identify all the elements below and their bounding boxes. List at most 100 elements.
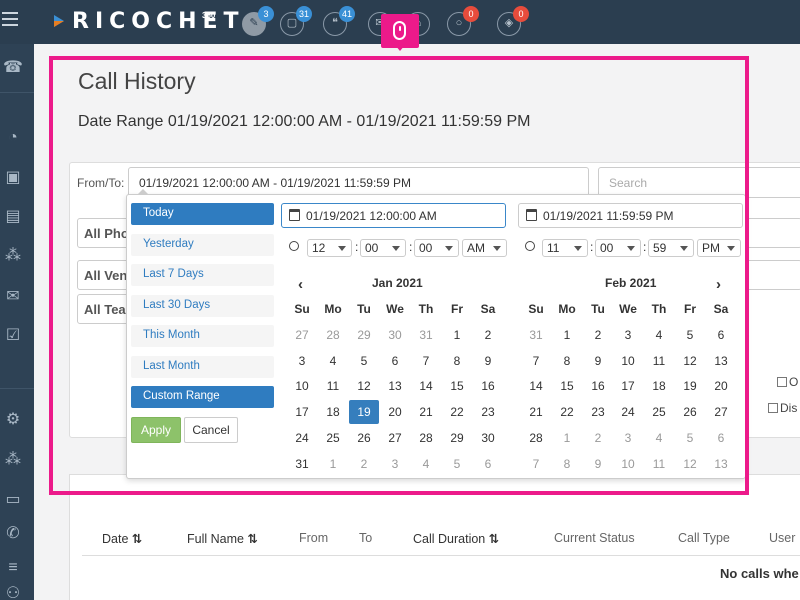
end-hour-select[interactable]: 11 [542,239,588,257]
calendar-day[interactable]: 26 [349,426,379,450]
calendar-day[interactable]: 12 [349,374,379,398]
range-option-last-7-days[interactable]: Last 7 Days [131,264,274,286]
calendar-day[interactable]: 6 [706,426,736,450]
end-minute-select[interactable]: 00 [595,239,641,257]
calendar-day[interactable]: 21 [411,400,441,424]
calendar-day[interactable]: 26 [675,400,705,424]
calendar-day[interactable]: 9 [473,349,503,373]
contacts-folder-icon[interactable]: ▣ [3,168,23,188]
calendar-day[interactable]: 11 [318,374,348,398]
calendar-day[interactable]: 27 [380,426,410,450]
pie-chart-icon[interactable]: ◔ [3,128,23,148]
hamburger-menu-icon[interactable] [2,12,18,26]
calendar-day[interactable]: 3 [613,323,643,347]
checkbox-option-1[interactable]: O [777,375,798,389]
calendar-day[interactable]: 15 [442,374,472,398]
chat-icon[interactable]: ▤ [3,207,23,227]
apply-button[interactable]: Apply [131,417,181,443]
calendar-day[interactable]: 5 [349,349,379,373]
users-icon[interactable]: ⚇ [3,584,23,600]
table-header-from[interactable]: From [299,531,328,545]
phone-icon[interactable]: ✆ [3,524,23,544]
calendar-day[interactable]: 17 [287,400,317,424]
gear-icon[interactable]: ⚙ [3,410,23,430]
sort-arrows-icon[interactable]: ⇅ [128,532,142,546]
checkbox-option-2[interactable]: Dis [768,401,797,415]
calendar-day[interactable]: 20 [706,374,736,398]
calendar-day[interactable]: 3 [613,426,643,450]
calendar-day[interactable]: 5 [675,323,705,347]
table-header-call-duration[interactable]: Call Duration ⇅ [413,531,499,546]
range-option-last-30-days[interactable]: Last 30 Days [131,295,274,317]
calendar-day[interactable]: 9 [583,452,613,476]
network-icon[interactable]: ⁂ [3,246,23,266]
calendar-day[interactable]: 27 [287,323,317,347]
calendar-day[interactable]: 28 [521,426,551,450]
calendar-day[interactable]: 8 [442,349,472,373]
range-option-last-month[interactable]: Last Month [131,356,274,378]
calendar-day[interactable]: 16 [473,374,503,398]
sort-arrows-icon[interactable]: ⇅ [485,532,499,546]
calendar-day[interactable]: 2 [473,323,503,347]
calendar-day[interactable]: 6 [706,323,736,347]
calendar-day[interactable]: 1 [552,323,582,347]
table-header-user[interactable]: User [769,531,795,545]
calendar-day[interactable]: 7 [521,452,551,476]
start-second-select[interactable]: 00 [414,239,459,257]
range-option-this-month[interactable]: This Month [131,325,274,347]
table-header-full-name[interactable]: Full Name ⇅ [187,531,258,546]
range-option-custom-range[interactable]: Custom Range [131,386,274,408]
calendar-day[interactable]: 4 [411,452,441,476]
range-option-yesterday[interactable]: Yesterday [131,234,274,256]
table-header-call-type[interactable]: Call Type [678,531,730,545]
right-select-1[interactable] [742,218,800,248]
calendar-day[interactable]: 25 [318,426,348,450]
calendar-day[interactable]: 30 [473,426,503,450]
calendar-day[interactable]: 14 [411,374,441,398]
calendar-day[interactable]: 31 [287,452,317,476]
calendar-day[interactable]: 30 [380,323,410,347]
calendar-day[interactable]: 7 [521,349,551,373]
calendar-day[interactable]: 11 [644,452,674,476]
calendar-day[interactable]: 9 [583,349,613,373]
calendar-day[interactable]: 13 [706,452,736,476]
calendar-day[interactable]: 2 [349,452,379,476]
calendar-day[interactable]: 19 [349,400,379,424]
calendar-day[interactable]: 7 [411,349,441,373]
calendar-day[interactable]: 4 [644,426,674,450]
calendar-day[interactable]: 31 [411,323,441,347]
calendar-day[interactable]: 23 [473,400,503,424]
calendar-day[interactable]: 10 [613,349,643,373]
envelope-icon[interactable]: ✉ [3,287,23,307]
calendar-day[interactable]: 1 [552,426,582,450]
calendar-day[interactable]: 10 [287,374,317,398]
calendar-day[interactable]: 2 [583,323,613,347]
end-datetime-input[interactable]: 01/19/2021 11:59:59 PM [518,203,743,228]
list-icon[interactable]: ≡ [3,558,23,578]
table-header-current-status[interactable]: Current Status [554,531,635,545]
calendar-day[interactable]: 21 [521,400,551,424]
calendar-day[interactable]: 28 [318,323,348,347]
calendar-day[interactable]: 25 [644,400,674,424]
calendar-day[interactable]: 10 [613,452,643,476]
calendar-day[interactable]: 8 [552,452,582,476]
table-header-to[interactable]: To [359,531,372,545]
calendar-day[interactable]: 1 [318,452,348,476]
start-datetime-input[interactable]: 01/19/2021 12:00:00 AM [281,203,506,228]
calendar-day[interactable]: 12 [675,452,705,476]
calendar-day[interactable]: 11 [644,349,674,373]
calendar-day[interactable]: 2 [583,426,613,450]
calendar-day[interactable]: 24 [613,400,643,424]
right-select-2[interactable] [742,260,800,290]
calendar-day[interactable]: 29 [442,426,472,450]
cancel-button[interactable]: Cancel [184,417,238,443]
calendar-day[interactable]: 15 [552,374,582,398]
calendar-day[interactable]: 27 [706,400,736,424]
calendar-day[interactable]: 19 [675,374,705,398]
calendar-day[interactable]: 16 [583,374,613,398]
calendar-day[interactable]: 6 [380,349,410,373]
calendar-day[interactable]: 29 [349,323,379,347]
monitor-icon[interactable]: ▭ [3,490,23,510]
table-header-date[interactable]: Date ⇅ [102,531,142,546]
calendar-day[interactable]: 14 [521,374,551,398]
